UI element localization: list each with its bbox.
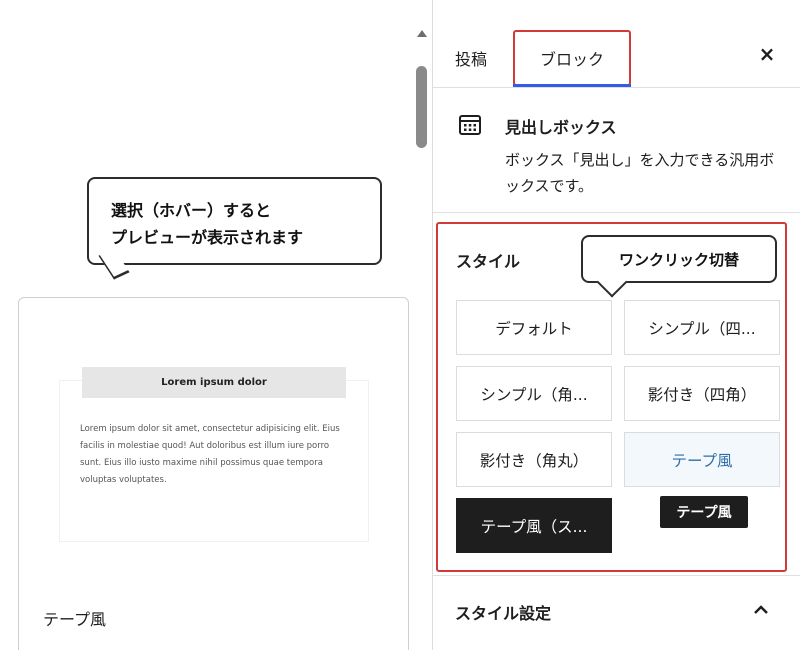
block-grid-icon <box>459 115 481 135</box>
scrollbar-thumb[interactable] <box>416 66 427 148</box>
block-description: ボックス「見出し」を入力できる汎用ボックスです。 <box>505 151 775 195</box>
block-info-divider <box>433 212 800 213</box>
style-settings-header[interactable]: スタイル設定 <box>455 600 551 624</box>
preview-body-text: Lorem ipsum dolor sit amet, consectetur … <box>80 424 340 485</box>
chevron-up-icon[interactable] <box>751 600 771 620</box>
preview-box: Lorem ipsum dolor Lorem ipsum dolor sit … <box>59 367 369 542</box>
style-preview-card: Lorem ipsum dolor Lorem ipsum dolor sit … <box>18 297 409 650</box>
style-option-tape[interactable]: テープ風 <box>624 432 780 487</box>
block-title: 見出しボックス <box>505 118 617 137</box>
tab-block[interactable]: ブロック <box>513 30 631 86</box>
style-option-simple-square[interactable]: シンプル（四... <box>624 300 780 355</box>
callout-tail <box>98 248 130 280</box>
close-sidebar-button[interactable]: × <box>755 42 779 66</box>
tabs-divider <box>433 87 800 88</box>
settings-sidebar: 投稿 ブロック × 見出しボックス ボックス「見出し」を入力できる汎用ボックスで… <box>433 0 800 650</box>
style-option-default[interactable]: デフォルト <box>456 300 612 355</box>
tab-post[interactable]: 投稿 <box>455 30 487 86</box>
style-option-tape-stripe[interactable]: テープ風（ス... <box>456 498 612 553</box>
style-option-simple-rounded[interactable]: シンプル（角... <box>456 366 612 421</box>
preview-callout-line1: 選択（ホバー）すると <box>111 201 272 220</box>
scroll-up-arrow-icon[interactable] <box>417 30 427 37</box>
one-click-callout-text: ワンクリック切替 <box>618 250 739 269</box>
preview-style-label: テープ風 <box>43 610 107 629</box>
style-option-shadow-rounded[interactable]: 影付き（角丸） <box>456 432 612 487</box>
preview-callout: 選択（ホバー）すると プレビューが表示されます <box>87 177 382 280</box>
style-option-shadow-square[interactable]: 影付き（四角） <box>624 366 780 421</box>
style-tooltip: テープ風 <box>660 496 748 528</box>
preview-callout-line2: プレビューが表示されます <box>111 228 304 247</box>
style-settings-divider <box>433 575 800 576</box>
editor-scrollbar[interactable] <box>414 30 430 650</box>
one-click-callout: ワンクリック切替 <box>581 235 777 298</box>
style-heading: スタイル <box>456 252 521 271</box>
preview-heading: Lorem ipsum dolor <box>82 367 346 398</box>
